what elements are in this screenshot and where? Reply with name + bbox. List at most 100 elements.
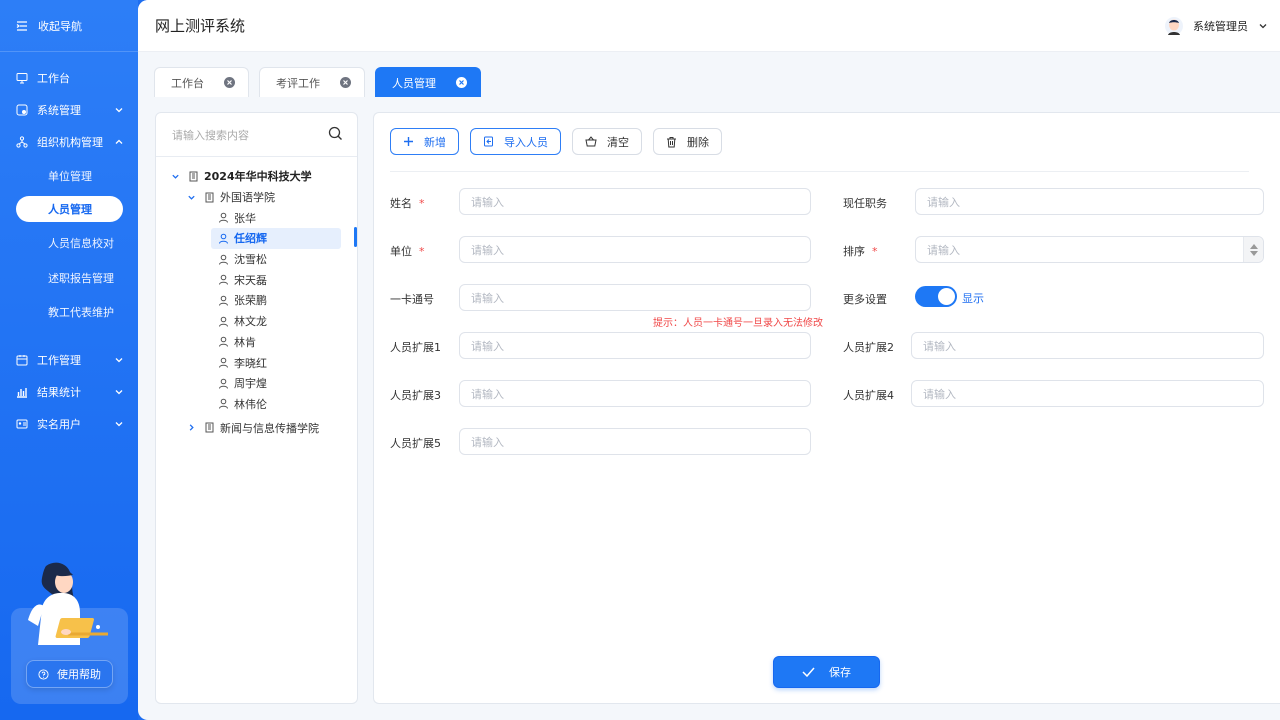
collapse-nav-button[interactable]: 收起导航 xyxy=(0,0,138,52)
add-button[interactable]: 新增 xyxy=(390,128,459,155)
ext4-input[interactable]: 请输入 xyxy=(911,380,1264,407)
user-icon xyxy=(218,336,229,348)
help-button[interactable]: 使用帮助 xyxy=(26,660,113,688)
tree-search-input[interactable]: 请输入搜索内容 xyxy=(156,113,357,157)
nav-item-workbench[interactable]: 工作台 xyxy=(0,62,138,94)
tree-node-person[interactable]: 沈雪松 xyxy=(156,249,357,270)
nav-item-work[interactable]: 工作管理 xyxy=(0,344,138,376)
tree-node-root[interactable]: 2024年华中科技大学 xyxy=(156,166,357,187)
nav-item-system[interactable]: 系统管理 xyxy=(0,94,138,126)
tree-node-label: 2024年华中科技大学 xyxy=(204,170,312,184)
close-icon[interactable] xyxy=(224,77,235,88)
placeholder: 请输入 xyxy=(471,243,504,257)
clear-label: 清空 xyxy=(607,135,629,149)
delete-button[interactable]: 删除 xyxy=(653,128,722,155)
tab-label: 人员管理 xyxy=(392,76,436,90)
save-button[interactable]: 保存 xyxy=(773,656,880,688)
ext2-label: 人员扩展2 xyxy=(843,339,894,355)
tree-node-person[interactable]: 宋天磊 xyxy=(156,269,357,290)
tree-node-person[interactable]: 林文龙 xyxy=(156,311,357,332)
tree-node-person[interactable]: 林肯 xyxy=(156,332,357,353)
tree-node-person[interactable]: 张荣鹏 xyxy=(156,290,357,311)
org-tree-icon xyxy=(16,136,28,148)
chevron-right-icon[interactable] xyxy=(186,423,196,433)
name-input[interactable]: 请输入 xyxy=(459,188,811,215)
tree-node-label: 李晓红 xyxy=(234,356,267,370)
help-circle-icon xyxy=(38,668,49,680)
clear-button[interactable]: 清空 xyxy=(572,128,642,155)
chevron-down-icon[interactable] xyxy=(186,192,196,202)
user-menu[interactable]: 系统管理员 xyxy=(1165,16,1268,36)
number-stepper[interactable] xyxy=(1243,237,1263,262)
tree-node-person-selected[interactable]: 任绍辉 xyxy=(211,228,341,249)
toggle-label: 显示 xyxy=(962,292,984,305)
org-tree: 2024年华中科技大学 外国语学院 张华 任绍辉 沈雪松 宋天磊 张荣鹏 林文龙… xyxy=(156,157,357,438)
placeholder: 请输入 xyxy=(471,291,504,305)
tree-node-person[interactable]: 周宇煌 xyxy=(156,373,357,394)
sub-item-rep-maintain[interactable]: 教工代表维护 xyxy=(0,295,138,330)
sub-item-person-manage[interactable]: 人员管理 xyxy=(16,196,123,222)
unit-input[interactable]: 请输入 xyxy=(459,236,811,263)
tab-person-manage[interactable]: 人员管理 xyxy=(375,67,481,97)
tree-node-label: 新闻与信息传播学院 xyxy=(220,421,319,435)
chevron-down-icon xyxy=(115,357,123,362)
nav-item-stats[interactable]: 结果统计 xyxy=(0,376,138,408)
card-number-input[interactable]: 请输入 xyxy=(459,284,811,311)
close-icon[interactable] xyxy=(456,77,467,88)
order-number-input[interactable]: 请输入 xyxy=(915,236,1264,263)
caret-up-icon[interactable] xyxy=(1249,243,1258,249)
nav-item-realname[interactable]: 实名用户 xyxy=(0,408,138,440)
required-mark: * xyxy=(419,197,425,210)
tree-node-label: 外国语学院 xyxy=(220,191,275,205)
chevron-down-icon[interactable] xyxy=(170,171,180,181)
tree-node-college[interactable]: 新闻与信息传播学院 xyxy=(156,417,357,438)
tree-node-label: 周宇煌 xyxy=(234,377,267,391)
label-text: 一卡通号 xyxy=(390,293,434,306)
import-button[interactable]: 导入人员 xyxy=(470,128,561,155)
user-icon xyxy=(218,316,229,327)
caret-down-icon[interactable] xyxy=(1249,250,1258,256)
ext5-input[interactable]: 请输入 xyxy=(459,428,811,455)
user-icon xyxy=(218,398,229,410)
position-input[interactable]: 请输入 xyxy=(915,188,1264,215)
sub-item-report[interactable]: 述职报告管理 xyxy=(0,261,138,296)
tree-node-label: 张华 xyxy=(234,211,256,225)
chevron-up-icon xyxy=(115,139,123,144)
tab-workbench[interactable]: 工作台 xyxy=(154,67,249,97)
nav-item-label: 组织机构管理 xyxy=(37,136,103,149)
order-label: 排序 * xyxy=(843,243,878,259)
chevron-down-icon xyxy=(115,108,123,113)
plus-icon xyxy=(404,137,413,146)
label-text: 排序 xyxy=(843,245,865,258)
avatar xyxy=(1165,17,1183,35)
tree-node-person[interactable]: 林伟伦 xyxy=(156,394,357,415)
chevron-down-icon xyxy=(115,389,123,394)
check-icon xyxy=(802,667,815,677)
chevron-down-icon xyxy=(115,421,123,426)
tree-node-college[interactable]: 外国语学院 xyxy=(156,187,357,208)
nav-item-label: 系统管理 xyxy=(37,104,81,117)
search-placeholder: 请输入搜索内容 xyxy=(172,128,249,142)
ext3-input[interactable]: 请输入 xyxy=(459,380,811,407)
ext2-input[interactable]: 请输入 xyxy=(911,332,1264,359)
sub-item-info-check[interactable]: 人员信息校对 xyxy=(0,226,138,261)
save-label: 保存 xyxy=(829,666,851,679)
tree-node-person[interactable]: 李晓红 xyxy=(156,352,357,373)
placeholder: 请输入 xyxy=(471,435,504,449)
ext1-input[interactable]: 请输入 xyxy=(459,332,811,359)
add-label: 新增 xyxy=(424,135,446,149)
sub-item-unit[interactable]: 单位管理 xyxy=(0,160,138,192)
tab-label: 工作台 xyxy=(171,76,204,90)
tab-evaluation[interactable]: 考评工作 xyxy=(259,67,365,97)
close-icon[interactable] xyxy=(340,77,351,88)
import-label: 导入人员 xyxy=(504,135,548,149)
tree-node-person[interactable]: 张华 xyxy=(156,207,357,228)
nav-item-org[interactable]: 组织机构管理 xyxy=(0,126,138,158)
building-icon xyxy=(188,171,199,182)
org-tree-panel: 请输入搜索内容 2024年华中科技大学 外国语学院 张华 任绍辉 沈雪松 宋天磊 xyxy=(155,112,358,704)
tree-scrollbar[interactable] xyxy=(354,227,357,247)
display-toggle[interactable] xyxy=(915,286,957,307)
chevron-down-icon xyxy=(1259,24,1267,29)
position-label: 现任职务 xyxy=(843,195,887,211)
search-icon[interactable] xyxy=(328,126,343,141)
